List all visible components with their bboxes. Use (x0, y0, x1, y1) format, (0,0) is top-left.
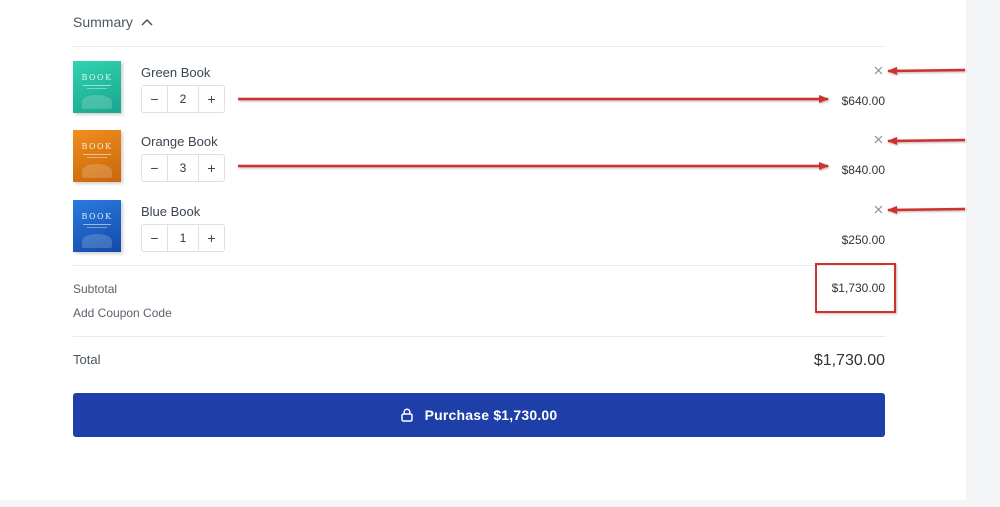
chevron-up-icon (141, 18, 153, 26)
cover-title: BOOK (81, 142, 113, 151)
book-cover-image: BOOK (73, 61, 121, 113)
item-name: Blue Book (141, 204, 201, 219)
book-cover-image: BOOK (73, 130, 121, 182)
quantity-stepper: − 1 + (141, 224, 225, 252)
close-icon (874, 66, 882, 74)
close-icon (874, 135, 882, 143)
remove-item-button[interactable] (871, 202, 885, 216)
item-price: $640.00 (841, 94, 885, 108)
annotation-arrow (887, 136, 966, 145)
purchase-button[interactable]: Purchase $1,730.00 (73, 393, 885, 437)
quantity-value[interactable]: 1 (167, 225, 199, 251)
cart-item-blue-book: BOOK Blue Book − 1 + $250.00 (73, 200, 885, 260)
summary-toggle[interactable]: Summary (73, 14, 153, 30)
divider (73, 46, 885, 47)
summary-label: Summary (73, 14, 133, 30)
page-bottom-strip (0, 500, 966, 507)
increment-button[interactable]: + (199, 225, 224, 251)
total-value: $1,730.00 (813, 352, 885, 369)
page-gutter (966, 0, 1000, 507)
purchase-label: Purchase $1,730.00 (424, 407, 558, 423)
quantity-value[interactable]: 2 (167, 86, 199, 112)
item-price: $250.00 (841, 233, 885, 247)
cart-item-orange-book: BOOK Orange Book − 3 + $840.00 (73, 130, 885, 190)
add-coupon-link[interactable]: Add Coupon Code (73, 306, 172, 320)
annotation-arrow (887, 205, 966, 214)
cart-item-green-book: BOOK Green Book − 2 + $640.00 (73, 61, 885, 121)
quantity-stepper: − 3 + (141, 154, 225, 182)
increment-button[interactable]: + (199, 86, 224, 112)
subtotal-label: Subtotal (73, 282, 118, 296)
book-cover-image: BOOK (73, 200, 121, 252)
increment-button[interactable]: + (199, 155, 224, 181)
decrement-button[interactable]: − (142, 155, 167, 181)
remove-item-button[interactable] (871, 63, 885, 77)
decrement-button[interactable]: − (142, 86, 167, 112)
cover-title: BOOK (81, 73, 113, 82)
divider (73, 336, 885, 337)
total-label: Total (73, 352, 101, 367)
item-price: $840.00 (841, 163, 885, 177)
quantity-stepper: − 2 + (141, 85, 225, 113)
lock-icon (400, 408, 413, 422)
divider (73, 265, 885, 266)
remove-item-button[interactable] (871, 132, 885, 146)
cover-title: BOOK (81, 212, 113, 221)
annotation-arrow (887, 66, 966, 75)
quantity-value[interactable]: 3 (167, 155, 199, 181)
annotation-highlight-box (815, 263, 896, 313)
item-name: Orange Book (141, 134, 218, 149)
decrement-button[interactable]: − (142, 225, 167, 251)
close-icon (874, 205, 882, 213)
item-name: Green Book (141, 65, 211, 80)
